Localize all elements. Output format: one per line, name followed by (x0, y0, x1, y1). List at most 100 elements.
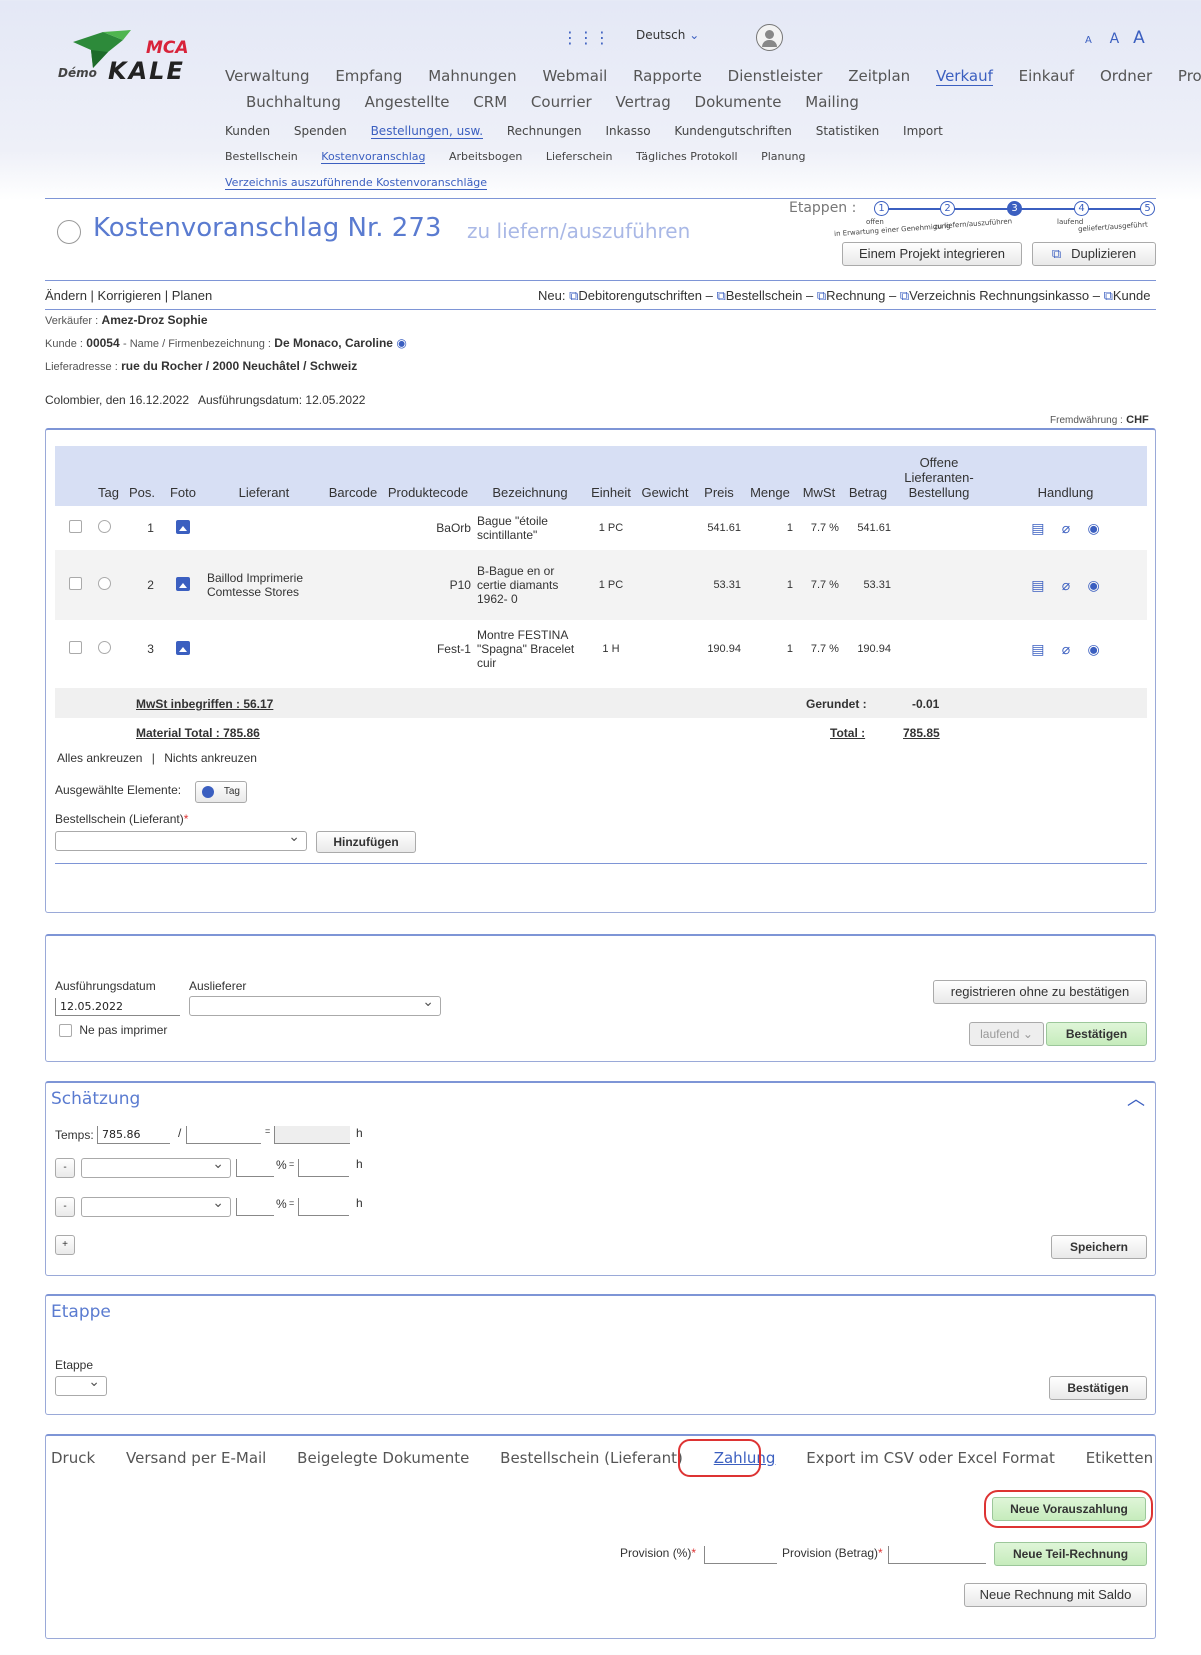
pct-input-2[interactable] (236, 1198, 274, 1216)
etappe-select[interactable] (55, 1374, 107, 1396)
nav-crm[interactable]: CRM (473, 93, 507, 111)
new-verzeichnis[interactable]: Verzeichnis Rechnungsinkasso (909, 288, 1089, 303)
tab-documents[interactable]: Beigelegte Dokumente (297, 1449, 469, 1467)
nav-einkauf[interactable]: Einkauf (1019, 67, 1075, 85)
nav-angestellte[interactable]: Angestellte (365, 93, 450, 111)
row-checkbox[interactable] (68, 577, 82, 590)
subnav-spenden[interactable]: Spenden (294, 124, 347, 138)
nav-vertrag[interactable]: Vertrag (616, 93, 671, 111)
subnav-verzeichnis[interactable]: Verzeichnis auszuführende Kostenvoransch… (225, 176, 488, 190)
supplier-order-select[interactable] (55, 829, 307, 851)
confirm-button[interactable]: Bestätigen (1046, 1022, 1147, 1046)
provision-amount-input[interactable] (888, 1546, 986, 1564)
subnav-protokoll[interactable]: Tägliches Protokoll (636, 150, 738, 163)
duplicate-button[interactable]: ⧉ Duplizieren (1032, 242, 1156, 266)
tab-supplier-order[interactable]: Bestellschein (Lieferant) (500, 1449, 683, 1467)
subnav-inkasso[interactable]: Inkasso (606, 124, 651, 138)
remove-line-button[interactable]: - (55, 1197, 75, 1217)
photo-icon[interactable] (175, 519, 190, 534)
subnav-kostenvoranschlag[interactable]: Kostenvoranschlag (321, 150, 426, 164)
row-tag-radio[interactable] (98, 520, 111, 533)
result-input-2[interactable] (298, 1198, 349, 1216)
paperclip-icon[interactable]: ⌀ (1062, 520, 1070, 537)
list-icon[interactable]: ▤ (1031, 641, 1044, 658)
step-4[interactable]: 4 (1074, 201, 1089, 216)
font-medium-button[interactable]: A (1110, 31, 1120, 47)
nav-courrier[interactable]: Courrier (531, 93, 592, 111)
logo[interactable]: MCA Démo KALE (58, 30, 203, 86)
nav-buchhaltung[interactable]: Buchhaltung (246, 93, 341, 111)
tab-export[interactable]: Export im CSV oder Excel Format (806, 1449, 1055, 1467)
nav-projekte[interactable]: Projekte (1178, 67, 1201, 85)
step-3[interactable]: 3 (1007, 201, 1022, 216)
row-checkbox[interactable] (68, 520, 82, 533)
new-debitorengutschriften[interactable]: Debitorengutschriften (578, 288, 702, 303)
nav-verwaltung[interactable]: Verwaltung (225, 67, 310, 85)
eye-icon[interactable]: ◉ (1088, 520, 1100, 537)
subnav-kunden[interactable]: Kunden (225, 124, 270, 138)
list-icon[interactable]: ▤ (1031, 520, 1044, 537)
language-select[interactable]: Deutsch ⌄ (636, 28, 699, 42)
tag-toggle-button[interactable]: Tag (195, 781, 247, 803)
font-large-button[interactable]: A (1133, 28, 1145, 48)
edit-actions[interactable]: Ändern | Korrigieren | Planen (45, 288, 212, 303)
client-name[interactable]: De Monaco, Caroline (274, 336, 393, 350)
add-button[interactable]: Hinzufügen (316, 831, 416, 853)
chevron-up-icon[interactable]: ︿ (1127, 1085, 1145, 1111)
check-none-link[interactable]: Nichts ankreuzen (164, 751, 257, 765)
subnav-lieferschein[interactable]: Lieferschein (546, 150, 613, 163)
subnav-statistiken[interactable]: Statistiken (816, 124, 880, 138)
remove-line-button[interactable]: - (55, 1158, 75, 1178)
exec-date-input[interactable]: 12.05.2022 (55, 998, 180, 1016)
photo-icon[interactable] (175, 576, 190, 591)
register-without-confirm-button[interactable]: registrieren ohne zu bestätigen (933, 980, 1147, 1004)
subnav-bestellungen[interactable]: Bestellungen, usw. (370, 124, 484, 139)
step-2[interactable]: 2 (940, 201, 955, 216)
eye-icon[interactable]: ◉ (396, 336, 406, 350)
nav-mahnungen[interactable]: Mahnungen (428, 67, 516, 85)
tab-email[interactable]: Versand per E-Mail (126, 1449, 266, 1467)
row-tag-radio[interactable] (98, 641, 111, 654)
nav-dienstleister[interactable]: Dienstleister (728, 67, 823, 85)
new-partial-invoice-button[interactable]: Neue Teil-Rechnung (994, 1542, 1147, 1566)
check-all-link[interactable]: Alles ankreuzen (57, 751, 142, 765)
new-balance-invoice-button[interactable]: Neue Rechnung mit Saldo (964, 1583, 1147, 1607)
pct-input-1[interactable] (236, 1159, 274, 1177)
nav-dokumente[interactable]: Dokumente (695, 93, 782, 111)
provision-pct-input[interactable] (704, 1546, 777, 1564)
save-button[interactable]: Speichern (1051, 1235, 1147, 1259)
row-checkbox[interactable] (68, 641, 82, 654)
nav-mailing[interactable]: Mailing (805, 93, 859, 111)
step-5[interactable]: 5 (1140, 201, 1155, 216)
deliverer-select[interactable] (189, 994, 441, 1016)
photo-icon[interactable] (175, 640, 190, 655)
step-1[interactable]: 1 (874, 201, 889, 216)
paperclip-icon[interactable]: ⌀ (1062, 577, 1070, 594)
tab-druck[interactable]: Druck (51, 1449, 95, 1467)
etappe-confirm-button[interactable]: Bestätigen (1049, 1376, 1147, 1400)
row-tag-radio[interactable] (98, 577, 111, 590)
integrate-project-button[interactable]: Einem Projekt integrieren (842, 242, 1022, 266)
user-avatar-icon[interactable] (756, 24, 783, 51)
nav-ordner[interactable]: Ordner (1100, 67, 1152, 85)
eye-icon[interactable]: ◉ (1088, 641, 1100, 658)
subnav-arbeitsbogen[interactable]: Arbeitsbogen (449, 150, 522, 163)
add-line-button[interactable]: + (55, 1235, 75, 1255)
divisor-input[interactable] (186, 1126, 261, 1144)
new-kunde[interactable]: Kunde (1113, 288, 1151, 303)
paperclip-icon[interactable]: ⌀ (1062, 641, 1070, 658)
new-prepayment-button[interactable]: Neue Vorauszahlung (992, 1497, 1146, 1521)
nav-zeitplan[interactable]: Zeitplan (848, 67, 910, 85)
estimate-select-2[interactable] (81, 1195, 231, 1217)
result-input-1[interactable] (298, 1159, 349, 1177)
apps-grid-icon[interactable]: ⋮⋮⋮ (562, 28, 610, 47)
subnav-rechnungen[interactable]: Rechnungen (507, 124, 582, 138)
tab-etiketten[interactable]: Etiketten (1086, 1449, 1153, 1467)
status-select[interactable]: laufend ⌄ (969, 1022, 1044, 1046)
no-print-checkbox[interactable] (59, 1024, 72, 1038)
font-small-button[interactable]: A (1085, 35, 1092, 46)
eye-icon[interactable]: ◉ (1088, 577, 1100, 594)
list-icon[interactable]: ▤ (1031, 577, 1044, 594)
subnav-bestellschein[interactable]: Bestellschein (225, 150, 298, 163)
new-rechnung[interactable]: Rechnung (826, 288, 885, 303)
